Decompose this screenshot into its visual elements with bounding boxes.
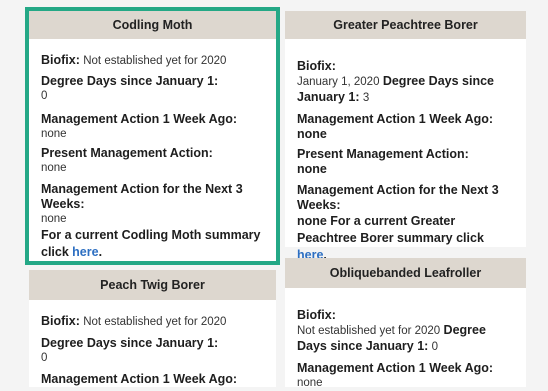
biofix-value: January 1, 2020 <box>297 76 380 88</box>
biofix-label: Biofix: <box>41 53 80 67</box>
peachtree-borer-card: Greater Peachtree Borer Biofix: January … <box>285 11 526 262</box>
mgmt-prev-label: Management Action 1 Week Ago: <box>297 361 494 375</box>
leafroller-title: Obliquebanded Leafroller <box>285 258 526 288</box>
biofix-value: Not established yet for 2020 <box>83 316 227 328</box>
mgmt-next-label: Management Action for the Next 3 Weeks: <box>41 182 243 211</box>
biofix-label: Biofix: <box>297 308 336 322</box>
biofix-label: Biofix: <box>41 314 80 328</box>
summary-here-link[interactable]: here <box>72 245 98 259</box>
mgmt-now-value: none <box>41 162 67 174</box>
peach-twig-borer-card: Peach Twig Borer Biofix: Not established… <box>29 270 276 387</box>
biofix-value: Not established yet for 2020 <box>83 55 227 67</box>
mgmt-now-label: Present Management Action: <box>297 147 469 161</box>
mgmt-now-label: Present Management Action: <box>41 146 213 160</box>
biofix-dd-row: January 1, 2020 Degree Days since Januar… <box>297 74 514 106</box>
mgmt-now-value: none <box>297 162 327 176</box>
mgmt-prev-value: none <box>297 127 327 141</box>
degree-days-value: 0 <box>41 90 48 102</box>
biofix-row: Biofix: Not established yet for 2020 <box>41 314 264 330</box>
summary-period: . <box>98 245 103 259</box>
mgmt-next-value: none <box>41 213 67 225</box>
peachtree-borer-title: Greater Peachtree Borer <box>285 11 526 39</box>
summary-row: For a current Codling Moth summary click… <box>41 227 264 261</box>
degree-days-label: Degree Days since January 1: <box>41 336 219 350</box>
mgmt-prev-value: none <box>41 128 67 140</box>
summary-row: none For a current Greater Peachtree Bor… <box>297 213 514 264</box>
mgmt-prev-label: Management Action 1 Week Ago: <box>297 112 494 126</box>
degree-days-value: 0 <box>41 352 48 364</box>
peach-twig-borer-title: Peach Twig Borer <box>29 270 276 300</box>
degree-days-label: Degree Days since January 1: <box>41 74 219 88</box>
leafroller-card: Obliquebanded Leafroller Biofix: Not est… <box>285 258 526 389</box>
codling-moth-card: Codling Moth Biofix: Not established yet… <box>29 11 276 261</box>
biofix-value: Not established yet for 2020 <box>297 325 441 337</box>
mgmt-next-label: Management Action for the Next 3 Weeks: <box>297 183 499 212</box>
degree-days-value: 0 <box>431 341 439 353</box>
biofix-row: Biofix: Not established yet for 2020 <box>41 53 264 69</box>
mgmt-prev-label: Management Action 1 Week Ago: <box>41 112 238 126</box>
codling-moth-title: Codling Moth <box>29 11 276 39</box>
mgmt-prev-label: Management Action 1 Week Ago: <box>41 372 238 386</box>
mgmt-prev-value: none <box>297 377 323 389</box>
biofix-label: Biofix: <box>297 59 336 73</box>
mgmt-next-value: none <box>297 214 327 228</box>
degree-days-value: 3 <box>362 92 370 104</box>
biofix-dd-row: Not established yet for 2020 Degree Days… <box>297 323 514 355</box>
